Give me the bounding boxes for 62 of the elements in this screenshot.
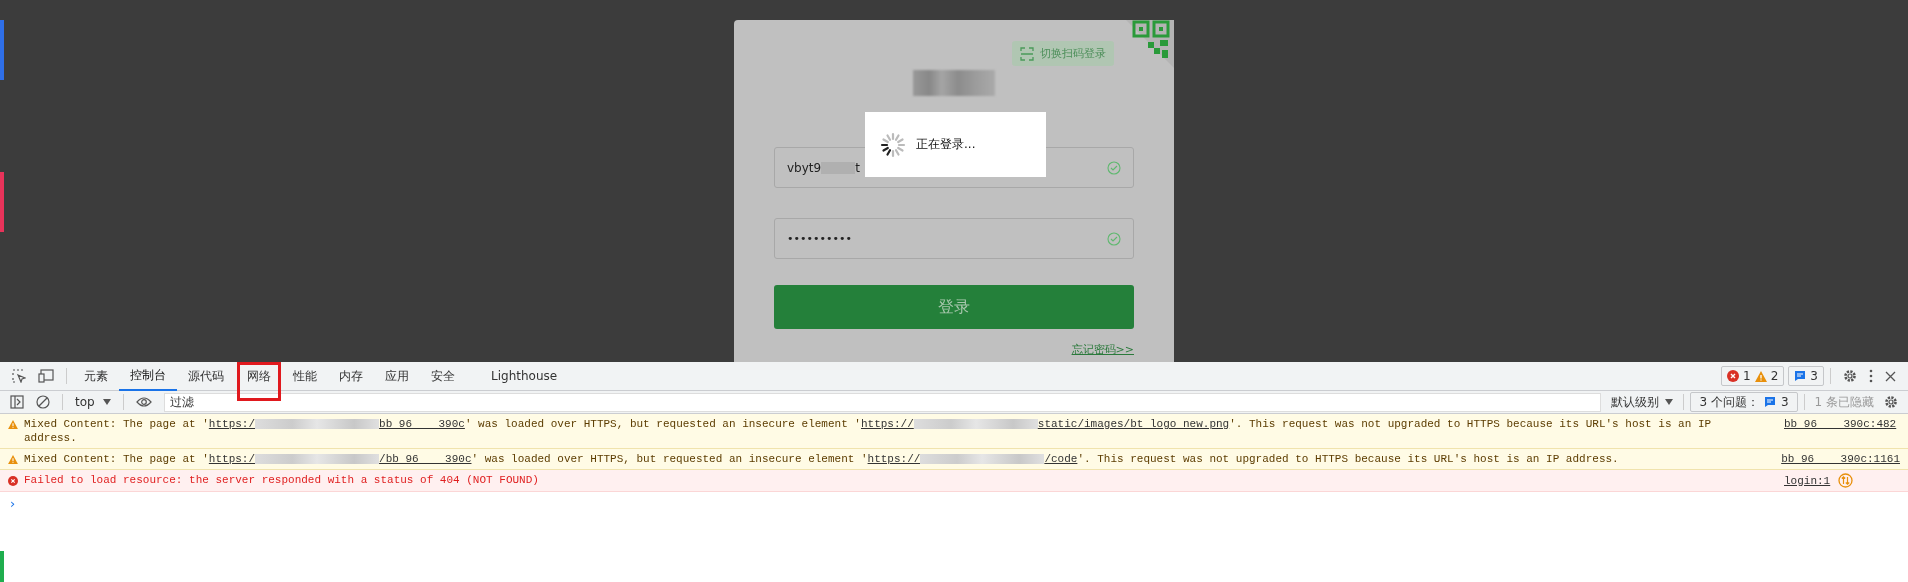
loading-text: 正在登录... (916, 136, 976, 153)
devtools-tab[interactable]: 元素 (73, 361, 119, 391)
password-value: •••••••••• (787, 232, 852, 245)
devtools-tab[interactable]: 源代码 (177, 361, 235, 391)
warning-icon (1754, 370, 1767, 382)
issues-counter[interactable]: 3 (1788, 366, 1824, 386)
devtools-tab[interactable]: 安全 (420, 361, 466, 391)
close-icon[interactable] (1885, 370, 1896, 382)
settings-icon[interactable] (1884, 395, 1898, 409)
warning-icon (8, 455, 18, 464)
console-prompt[interactable]: › (0, 492, 26, 515)
check-icon (1107, 160, 1121, 175)
scan-switch-label: 切换扫码登录 (1040, 46, 1106, 61)
error-warning-counter[interactable]: 1 2 (1721, 366, 1785, 386)
hidden-count: 1 条已隐藏 (1813, 393, 1875, 411)
message-icon (1794, 370, 1807, 382)
check-icon (1107, 231, 1121, 246)
url-link[interactable]: /code (1044, 453, 1078, 465)
url-link[interactable]: /bb 96 390c (379, 453, 472, 465)
filter-field[interactable]: 过滤 (163, 392, 1602, 412)
settings-icon[interactable] (1843, 369, 1857, 383)
url-link[interactable]: https:/ (208, 418, 256, 430)
message-text: Mixed Content: The page at 'https:/ bb 96 390c' was loaded over HTTPS, but requested an insecure element 'https:// static/images/bt logo new.png'. This request was not upgraded to HTTPS because its URL's host is an IP address. (24, 417, 1713, 445)
message-text: Mixed Content: The page at 'https:/ /bb 96 390c' was loaded over HTTPS, but requested an insecure element 'https:// /code'. This request was not upgraded to HTTPS because its URL's host is an IP address. (24, 452, 1620, 466)
issues-count: 3 (1780, 395, 1789, 409)
issues-button[interactable]: 3 个问题： 3 (1690, 392, 1798, 412)
devtools-tab[interactable]: Lighthouse (480, 361, 569, 391)
password-field[interactable]: •••••••••• (774, 218, 1134, 259)
error-icon (1727, 370, 1740, 382)
issues-label: 3 个问题： (1699, 393, 1759, 411)
warning-icon (8, 420, 18, 429)
url-link[interactable]: https:// (867, 453, 921, 465)
error-icon (8, 476, 18, 486)
device-icon[interactable] (38, 369, 54, 383)
source-link[interactable]: bb 96 390c:482 (1784, 417, 1897, 431)
spinner-icon (880, 131, 906, 158)
devtools-tab[interactable]: 内存 (328, 361, 374, 391)
caret-icon (102, 399, 111, 405)
devtools-tab[interactable]: 网络 (237, 362, 281, 401)
message-icon (1763, 396, 1776, 408)
devtools-tab[interactable]: 应用 (374, 361, 420, 391)
username-value: vbyt9 t (787, 160, 860, 175)
inspect-icon[interactable] (12, 369, 26, 383)
source-link[interactable]: bb 96 390c:1161 (1781, 452, 1900, 466)
warning-count: 2 (1770, 369, 1779, 383)
clear-icon[interactable] (36, 395, 50, 409)
url-link[interactable]: static/images/bt logo new.png (1037, 418, 1230, 430)
url-link[interactable]: https:// (860, 418, 914, 430)
issues-count: 3 (1810, 369, 1818, 383)
error-count: 1 (1743, 369, 1751, 383)
scan-icon (1020, 46, 1034, 61)
url-link[interactable]: https:/ (208, 453, 256, 465)
log-level-dropdown[interactable]: 默认级别 (1607, 393, 1678, 411)
message-text: Failed to load resource: the server responded with a status of 404 (NOT FOUND) (24, 473, 540, 487)
devtools-tab[interactable]: 性能 (282, 361, 328, 391)
context-select[interactable]: top (69, 395, 117, 409)
eye-icon[interactable] (135, 396, 152, 408)
more-icon[interactable] (1869, 369, 1873, 383)
sidebar-toggle-icon[interactable] (10, 395, 24, 409)
url-link[interactable]: bb 96 390c (379, 418, 465, 430)
source-link[interactable]: login:1 (1784, 473, 1831, 488)
caret-icon (1665, 399, 1674, 405)
